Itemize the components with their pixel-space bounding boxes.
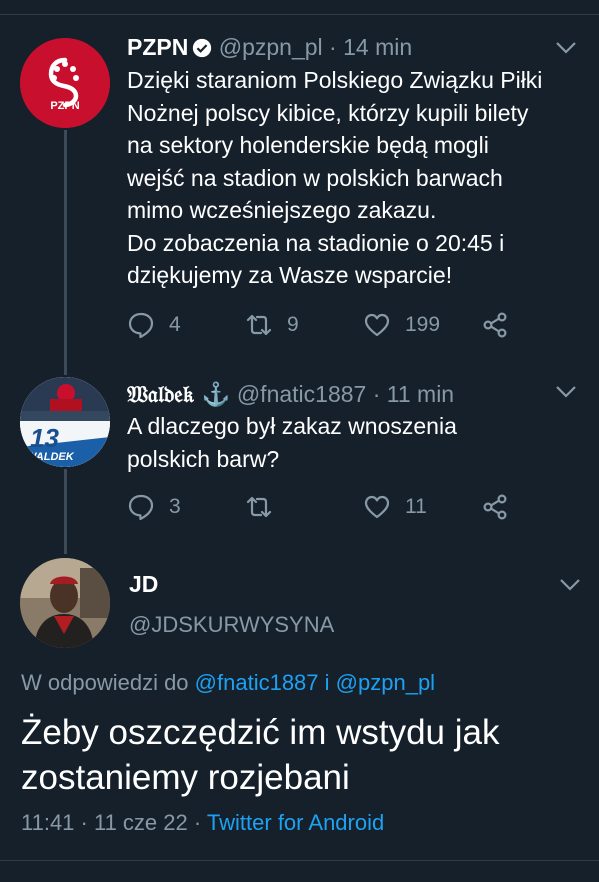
retweet-icon (246, 314, 272, 336)
retweet-icon (246, 496, 272, 518)
tweet-text: A dlaczego był zakaz wnoszenia polskich … (127, 413, 457, 472)
waldek-avatar-label: WALDEK (26, 451, 74, 463)
heart-icon (364, 495, 390, 519)
jd-avatar-image (20, 558, 110, 648)
tweet-text: Dzięki staraniom Polskiego Związku Piłki… (127, 67, 543, 288)
author-handle[interactable]: @fnatic1887 (237, 381, 367, 407)
retweet-button[interactable]: 9 (245, 309, 299, 341)
like-button[interactable]: 11 (363, 491, 427, 523)
waldek-avatar[interactable]: 13 WALDEK (20, 377, 110, 467)
reply-button[interactable]: 4 (127, 309, 181, 341)
share-icon (483, 494, 507, 520)
heart-icon (364, 313, 390, 337)
author-name[interactable]: PZPN (127, 34, 188, 60)
tweet-meta: 11:41 · 11 cze 22 · Twitter for Android (21, 810, 385, 835)
pzpn-logo-icon (20, 38, 110, 128)
tweet-header: 𝔚𝔞𝔩𝔡𝔢𝔨 ⚓ @fnatic1887 · 11 min (127, 380, 454, 409)
bottom-divider (0, 860, 599, 861)
tweet-date: 11 cze 22 (93, 810, 188, 835)
share-button[interactable] (481, 309, 523, 341)
tweet-time[interactable]: · 14 min (329, 34, 412, 60)
mention-link[interactable]: @pzpn_pl (336, 670, 435, 695)
reply-count: 4 (169, 313, 181, 336)
author-name[interactable]: 𝔚𝔞𝔩𝔡𝔢𝔨 ⚓ (127, 381, 230, 408)
reply-button[interactable]: 3 (127, 491, 181, 523)
tweet-text: Żeby oszczędzić im wstydu jak zostaniemy… (21, 713, 500, 797)
replying-prefix: W odpowiedzi do (21, 670, 189, 695)
retweet-count: 9 (287, 313, 299, 336)
chevron-down-icon[interactable] (555, 385, 577, 399)
tweet-source[interactable]: Twitter for Android (207, 810, 384, 835)
share-icon (483, 312, 507, 338)
thread-connector (64, 130, 67, 375)
tweet-time: 11:41 (21, 810, 75, 835)
author-name[interactable]: JD (129, 571, 158, 598)
tweet-actions: 3 11 (127, 491, 567, 523)
top-divider (0, 14, 599, 15)
replying-to: W odpowiedzi do @fnatic1887 i @pzpn_pl (21, 670, 435, 696)
tweet-header: PZPN @pzpn_pl · 14 min (127, 33, 412, 61)
jd-avatar[interactable] (20, 558, 110, 648)
pzpn-avatar[interactable]: PZPN (20, 38, 110, 128)
waldek-avatar-number: 13 (30, 423, 59, 453)
mention-link[interactable]: @fnatic1887 (195, 670, 319, 695)
reply-icon (128, 494, 154, 521)
retweet-button[interactable] (245, 491, 287, 523)
tweet-time[interactable]: · 11 min (373, 381, 454, 407)
chevron-down-icon[interactable] (555, 41, 577, 55)
like-button[interactable]: 199 (363, 309, 440, 341)
replying-and[interactable]: i (325, 670, 330, 695)
like-count: 199 (405, 313, 441, 336)
tweet-actions: 4 9 199 (127, 309, 567, 341)
reply-icon (128, 312, 154, 339)
reply-count: 3 (169, 495, 181, 518)
author-handle[interactable]: @pzpn_pl (219, 34, 323, 60)
thread-connector (64, 469, 67, 554)
like-count: 11 (405, 495, 427, 518)
chevron-down-icon[interactable] (559, 578, 581, 592)
pzpn-avatar-label: PZPN (50, 100, 80, 112)
verified-badge-icon (193, 38, 212, 58)
author-handle[interactable]: @JDSKURWYSYNA (129, 612, 334, 638)
share-button[interactable] (481, 491, 523, 523)
